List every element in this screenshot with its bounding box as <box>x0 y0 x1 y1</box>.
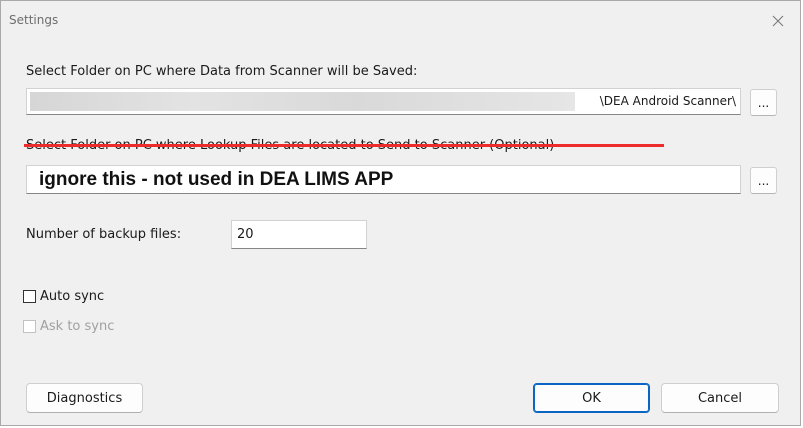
close-icon <box>772 15 784 27</box>
data-folder-browse-button[interactable]: ... <box>750 89 777 116</box>
window-title: Settings <box>9 13 59 27</box>
ask-to-sync-label: Ask to sync <box>40 319 115 334</box>
backup-files-input[interactable]: 20 <box>231 220 367 249</box>
settings-dialog: Settings Select Folder on PC where Data … <box>0 0 801 426</box>
data-folder-path: \DEA Android Scanner\ <box>599 94 736 108</box>
auto-sync-checkbox[interactable]: Auto sync <box>23 289 104 304</box>
close-button[interactable] <box>764 7 792 35</box>
redacted-path <box>30 92 575 111</box>
data-folder-label: Select Folder on PC where Data from Scan… <box>26 64 418 79</box>
ask-to-sync-box <box>23 320 36 333</box>
title-bar: Settings <box>1 1 800 39</box>
data-folder-input[interactable]: \DEA Android Scanner\ <box>26 88 741 115</box>
strikethrough-annotation <box>24 144 664 147</box>
lookup-folder-input[interactable]: ignore this - not used in DEA LIMS APP <box>26 165 741 194</box>
ask-to-sync-checkbox: Ask to sync <box>23 319 114 334</box>
lookup-folder-browse-button[interactable]: ... <box>750 167 777 194</box>
auto-sync-box[interactable] <box>23 290 36 303</box>
backup-files-label: Number of backup files: <box>26 227 182 242</box>
ok-button[interactable]: OK <box>533 383 650 413</box>
diagnostics-button[interactable]: Diagnostics <box>26 383 143 413</box>
lookup-folder-value: ignore this - not used in DEA LIMS APP <box>39 169 394 190</box>
backup-files-value: 20 <box>237 227 254 242</box>
cancel-button[interactable]: Cancel <box>661 383 779 413</box>
auto-sync-label: Auto sync <box>40 289 105 304</box>
